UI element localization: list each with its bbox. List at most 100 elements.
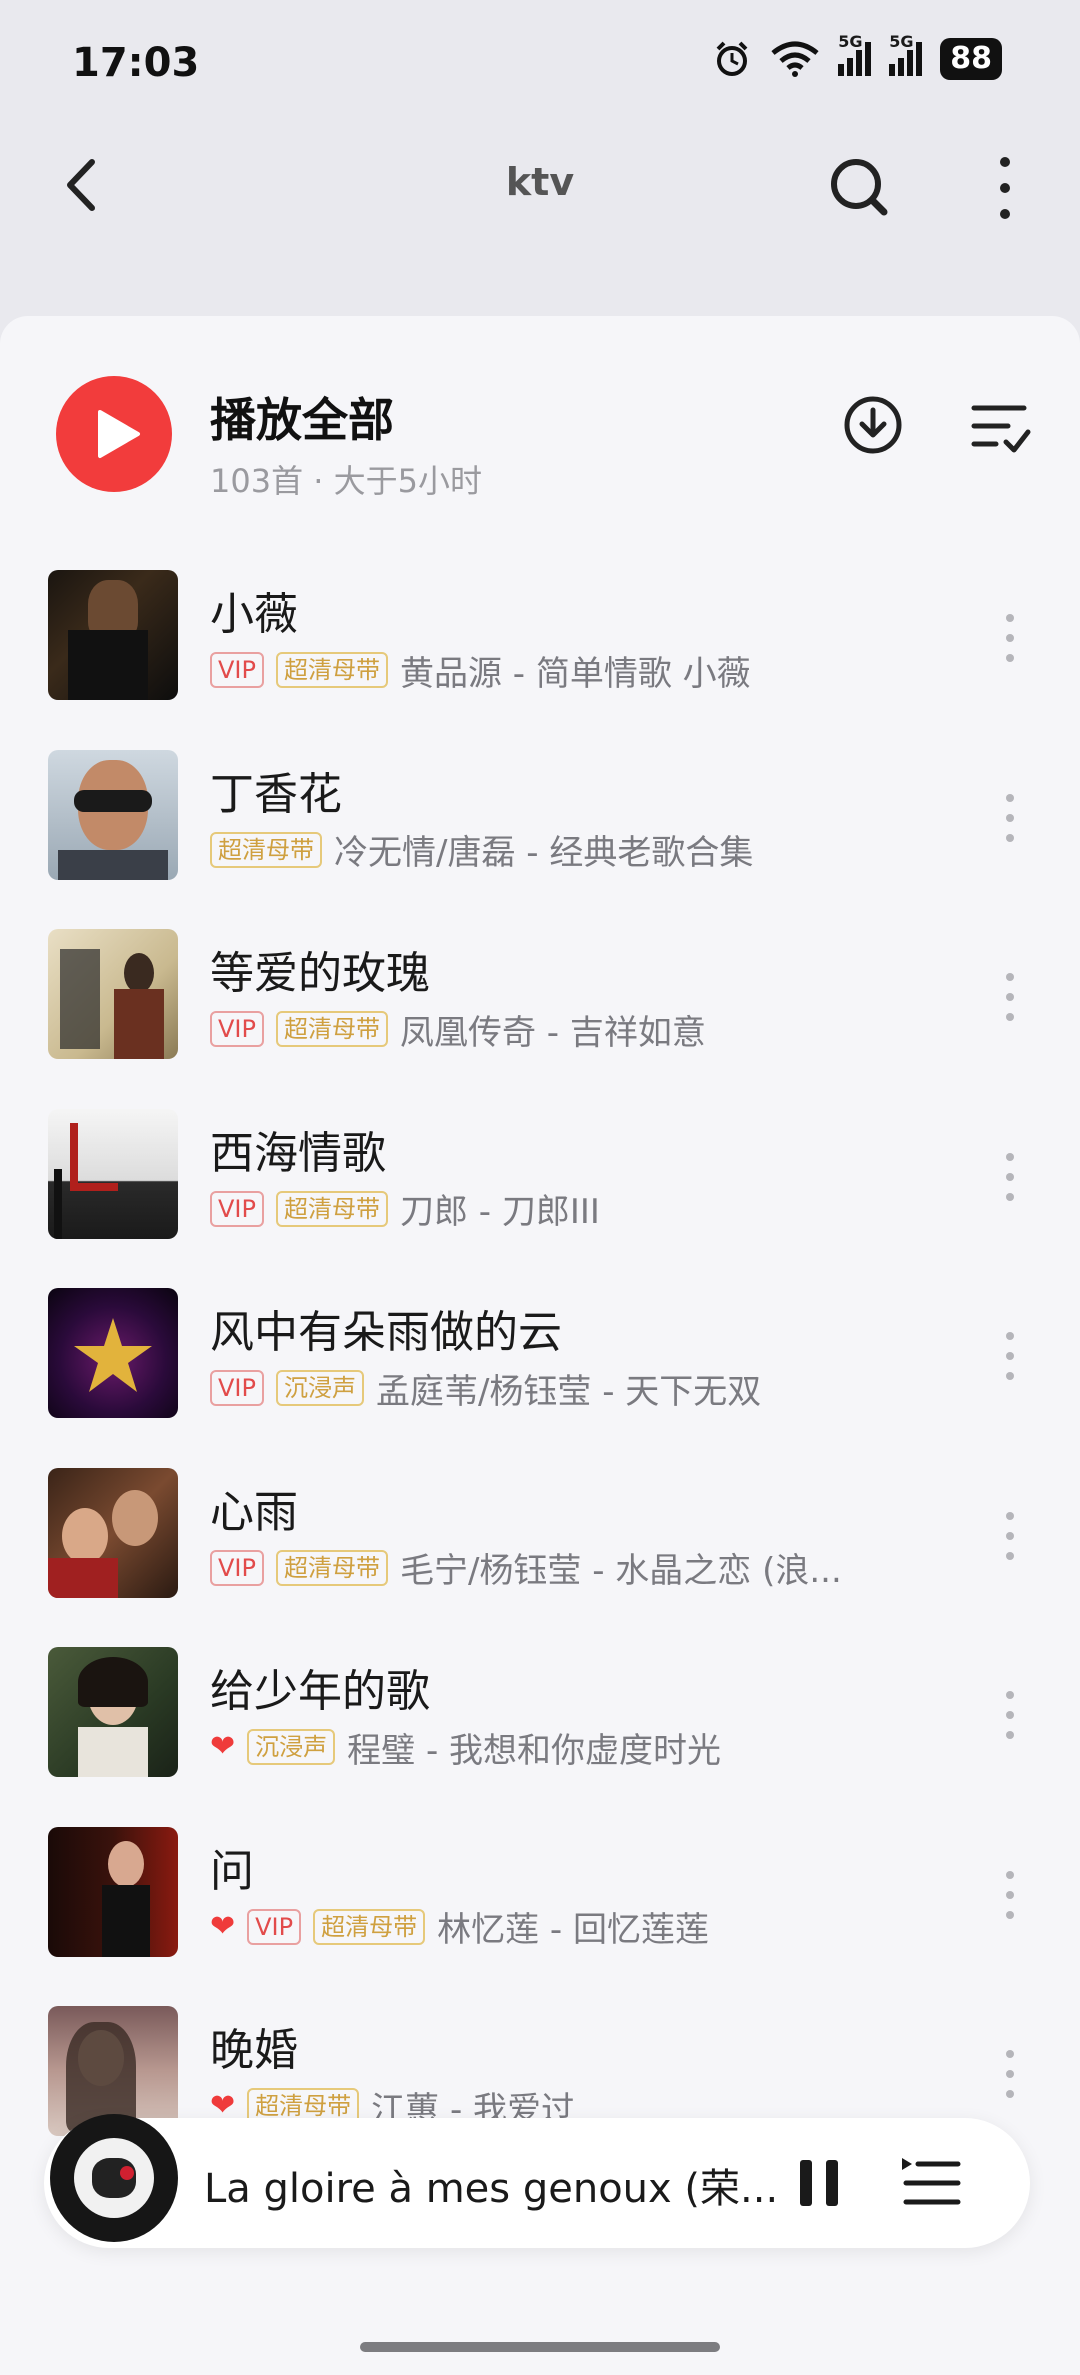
play-icon (98, 410, 140, 458)
song-row[interactable]: 心雨 VIP 超清母带 毛宁/杨钰莹 - 水晶之恋 (浪... (0, 1450, 1080, 1630)
song-more-button[interactable] (995, 1865, 1025, 1925)
signal-icon-2: 5G (889, 32, 923, 76)
download-icon (844, 396, 902, 454)
home-indicator[interactable] (360, 2342, 720, 2352)
search-button[interactable] (820, 148, 900, 228)
artist-album: 黄品源 - 简单情歌 小薇 (399, 653, 751, 694)
song-more-button[interactable] (995, 967, 1025, 1027)
artist-album: 凤凰传奇 - 吉祥如意 (399, 1012, 706, 1053)
network-label-2: 5G (889, 32, 914, 51)
quality-badge: 超清母带 (275, 1011, 388, 1047)
quality-badge: 超清母带 (275, 1549, 388, 1586)
song-title: 等爱的玫瑰 (210, 948, 430, 999)
playlist-icon (902, 2158, 961, 2205)
song-row[interactable]: 等爱的玫瑰 VIP 超清母带 凤凰传奇 - 吉祥如意 (0, 911, 1080, 1091)
more-vertical-icon (1006, 973, 1014, 1021)
header: ktv (0, 120, 1080, 250)
pause-icon (800, 2160, 838, 2206)
vip-badge: VIP (210, 1549, 264, 1586)
song-title: 晚婚 (210, 2025, 298, 2076)
more-vertical-icon (1006, 1332, 1014, 1380)
song-meta: VIP 超清母带 刀郎 - 刀郎III (210, 1189, 600, 1232)
quality-badge: 沉浸声 (275, 1370, 364, 1406)
song-title: 给少年的歌 (210, 1666, 430, 1717)
quality-badge: 沉浸声 (247, 1729, 336, 1765)
song-meta: VIP 沉浸声 孟庭苇/杨钰莹 - 天下无双 (210, 1368, 761, 1412)
vip-badge: VIP (247, 1908, 302, 1945)
star-icon (74, 1318, 152, 1392)
song-more-button[interactable] (995, 2044, 1025, 2104)
battery-indicator: 88 (940, 38, 1002, 80)
song-title: 心雨 (210, 1486, 298, 1538)
mini-player[interactable]: La gloire à mes genoux (荣... (44, 2114, 1030, 2248)
song-title: 风中有朵雨做的云 (210, 1307, 562, 1358)
more-vertical-icon (1000, 157, 1010, 219)
song-meta: ❤ VIP 超清母带 林忆莲 - 回忆莲莲 (210, 1907, 709, 1950)
song-row[interactable]: 问 ❤ VIP 超清母带 林忆莲 - 回忆莲莲 (0, 1809, 1080, 1989)
song-more-button[interactable] (995, 608, 1025, 668)
artist-album: 孟庭苇/杨钰莹 - 天下无双 (375, 1371, 762, 1412)
play-all-button[interactable] (56, 376, 172, 492)
play-all-row: 播放全部 103首 · 大于5小时 (0, 376, 1080, 516)
song-title: 西海情歌 (210, 1127, 386, 1179)
alarm-icon (716, 41, 748, 76)
more-vertical-icon (1006, 793, 1014, 842)
more-vertical-icon (1006, 1691, 1014, 1739)
artist-album: 刀郎 - 刀郎III (399, 1192, 600, 1232)
signal-icon-1: 5G (838, 32, 872, 76)
play-all-title[interactable]: 播放全部 (210, 384, 394, 450)
status-bar: 17:03 5G 5G 88 (0, 0, 1080, 120)
more-vertical-icon (1006, 614, 1014, 662)
page-title: ktv (505, 160, 575, 204)
multi-select-button[interactable] (966, 392, 1036, 462)
song-row[interactable]: 风中有朵雨做的云 VIP 沉浸声 孟庭苇/杨钰莹 - 天下无双 (0, 1270, 1080, 1450)
song-more-button[interactable] (995, 1506, 1025, 1566)
more-vertical-icon (1006, 1511, 1014, 1560)
quality-badge: 超清母带 (210, 831, 322, 868)
song-meta: VIP 超清母带 黄品源 - 简单情歌 小薇 (210, 650, 751, 694)
status-time: 17:03 (72, 40, 200, 86)
status-icons: 5G 5G 88 (712, 32, 1002, 80)
search-icon (831, 159, 888, 216)
playlist-button[interactable] (896, 2148, 966, 2218)
quality-badge: 超清母带 (275, 1190, 388, 1227)
network-label-1: 5G (838, 32, 863, 51)
artist-album: 毛宁/杨钰莹 - 水晶之恋 (浪... (399, 1551, 842, 1591)
song-more-button[interactable] (995, 1147, 1025, 1207)
liked-heart-icon[interactable]: ❤ (210, 1910, 235, 1943)
song-list: 小薇 VIP 超清母带 黄品源 - 简单情歌 小薇 丁香花 超清母带 冷无情/唐… (0, 552, 1080, 2168)
artist-album: 林忆莲 - 回忆莲莲 (437, 1910, 709, 1950)
artist-album: 程璧 - 我想和你虚度时光 (347, 1730, 722, 1771)
song-row[interactable]: 小薇 VIP 超清母带 黄品源 - 简单情歌 小薇 (0, 552, 1080, 732)
song-title: 问 (210, 1845, 254, 1897)
wifi-icon (771, 41, 819, 77)
song-row[interactable]: 丁香花 超清母带 冷无情/唐磊 - 经典老歌合集 (0, 732, 1080, 912)
song-title: 丁香花 (210, 768, 342, 820)
album-cover (48, 1647, 178, 1777)
vip-badge: VIP (210, 1190, 264, 1227)
song-meta: ❤ 沉浸声 程璧 - 我想和你虚度时光 (210, 1727, 721, 1771)
pause-button[interactable] (784, 2148, 854, 2218)
album-cover (48, 749, 178, 880)
song-row[interactable]: 给少年的歌 ❤ 沉浸声 程璧 - 我想和你虚度时光 (0, 1629, 1080, 1809)
liked-heart-icon[interactable]: ❤ (210, 1731, 235, 1763)
album-cover (48, 1108, 178, 1239)
song-meta: VIP 超清母带 毛宁/杨钰莹 - 水晶之恋 (浪... (210, 1548, 842, 1591)
song-more-button[interactable] (995, 1326, 1025, 1386)
more-vertical-icon (1006, 1870, 1014, 1919)
song-title: 小薇 (210, 589, 298, 640)
song-more-button[interactable] (995, 1685, 1025, 1745)
vip-badge: VIP (210, 1370, 264, 1406)
now-playing-title[interactable]: La gloire à mes genoux (荣... (204, 2156, 778, 2214)
song-row[interactable]: 西海情歌 VIP 超清母带 刀郎 - 刀郎III (0, 1091, 1080, 1271)
playlist-sheet: 播放全部 103首 · 大于5小时 小薇 VIP 超清母带 黄品源 - 简单情歌… (0, 316, 1080, 2375)
now-playing-cover (74, 2138, 154, 2218)
album-cover (48, 1467, 178, 1598)
download-button[interactable] (838, 390, 908, 460)
now-playing-disc[interactable] (50, 2114, 178, 2242)
song-more-button[interactable] (995, 788, 1025, 848)
list-check-icon (971, 405, 1031, 453)
more-vertical-icon (1006, 1152, 1014, 1201)
more-options-button[interactable] (975, 148, 1035, 228)
more-vertical-icon (1006, 2050, 1014, 2098)
